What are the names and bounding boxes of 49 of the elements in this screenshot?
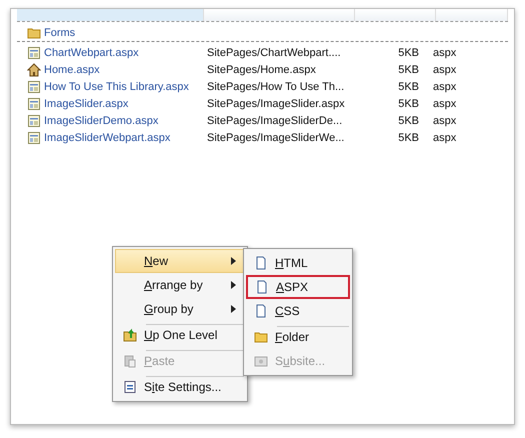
file-title: SitePages/ImageSliderDe... (207, 114, 344, 126)
file-title: SitePages/ImageSlider.aspx (207, 98, 346, 110)
submenu-arrow-icon (231, 305, 236, 313)
folder-up-arrow-icon (123, 328, 137, 342)
file-name[interactable]: ImageSliderDemo.aspx (44, 114, 158, 126)
menu-item[interactable]: Group by (115, 297, 245, 321)
file-name[interactable]: ImageSliderWebpart.aspx (44, 132, 170, 144)
house-icon (27, 62, 41, 76)
page-icon (255, 280, 269, 294)
file-type: aspx (432, 46, 456, 58)
file-type: aspx (432, 132, 456, 144)
page-icon (254, 256, 268, 270)
file-title: SitePages/Home.aspx (207, 64, 317, 76)
file-name[interactable]: ImageSlider.aspx (44, 98, 128, 110)
page-icon (27, 80, 41, 94)
file-size: 5KB (397, 132, 419, 144)
menu-item[interactable]: HTML (246, 251, 350, 275)
page-icon (254, 304, 268, 318)
page-icon (27, 46, 41, 60)
file-type: aspx (432, 80, 456, 92)
file-type: aspx (432, 98, 456, 110)
page-icon (27, 130, 41, 144)
page-icon (27, 114, 41, 128)
file-size: 5KB (397, 46, 419, 58)
page-icon (27, 96, 41, 110)
file-title: SitePages/ChartWebpart.... (207, 46, 342, 58)
file-size: 5KB (397, 64, 419, 76)
submenu-arrow-icon (231, 281, 236, 289)
file-size: 5KB (397, 98, 419, 110)
submenu-arrow-icon (231, 257, 236, 265)
file-type: aspx (432, 64, 456, 76)
site-icon (254, 354, 268, 368)
file-size: 5KB (397, 114, 419, 126)
menu-item[interactable]: New (115, 249, 245, 273)
folder-icon (254, 330, 268, 344)
file-name[interactable]: ChartWebpart.aspx (44, 46, 139, 58)
file-size: 5KB (397, 80, 419, 92)
menu-item[interactable]: CSS (246, 299, 350, 323)
folder-name[interactable]: Forms (44, 26, 76, 38)
file-name[interactable]: Home.aspx (44, 64, 100, 76)
folder-icon (27, 26, 41, 40)
menu-item[interactable]: ASPX (246, 275, 350, 299)
file-title: SitePages/ImageSliderWe... (207, 132, 346, 144)
file-name[interactable]: How To Use This Library.aspx (44, 80, 189, 92)
menu-item[interactable]: Arrange by (115, 273, 245, 297)
settings-icon (123, 380, 137, 394)
clipboard-icon (123, 354, 137, 368)
file-title: SitePages/How To Use Th... (207, 80, 346, 92)
file-type: aspx (432, 114, 456, 126)
